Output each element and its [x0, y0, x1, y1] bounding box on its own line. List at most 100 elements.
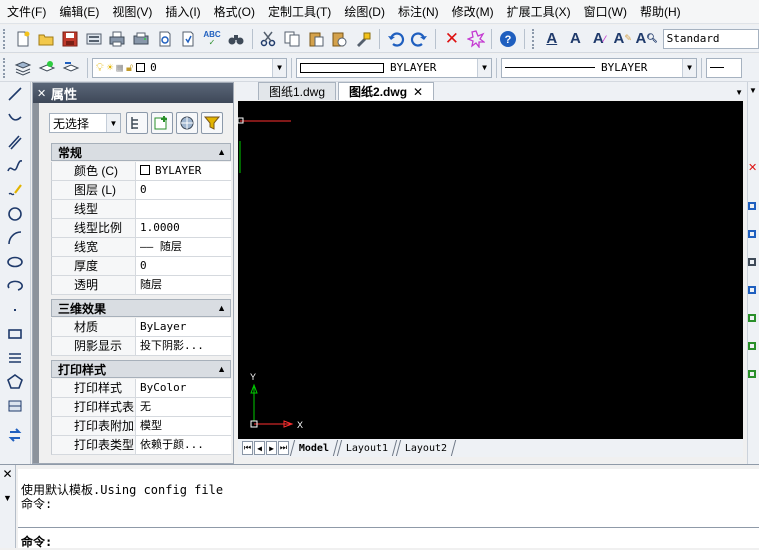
text-a-icon[interactable]: A: [565, 28, 587, 50]
help-icon[interactable]: ?: [497, 28, 519, 50]
cut-icon[interactable]: [258, 28, 280, 50]
tab-model[interactable]: Model: [289, 440, 339, 456]
save-icon[interactable]: [59, 28, 81, 50]
property-value[interactable]: 依赖于颜...: [136, 436, 231, 454]
menu-window[interactable]: 窗口(W): [577, 0, 633, 24]
property-row[interactable]: 打印表类型 依赖于颜...: [51, 436, 231, 455]
close-icon[interactable]: ✕: [37, 87, 47, 100]
tab-drawing-1[interactable]: 图纸1.dwg: [258, 82, 337, 100]
menu-modify[interactable]: 修改(M): [445, 0, 500, 24]
property-row[interactable]: 打印样式 ByColor: [51, 379, 231, 398]
linetype-combo[interactable]: BYLAYER ▼: [296, 57, 492, 78]
menu-dimension[interactable]: 标注(N): [391, 0, 445, 24]
property-row[interactable]: 线型: [51, 200, 231, 219]
tab-drawing-2[interactable]: 图纸2.dwg ✕: [338, 82, 435, 100]
property-row[interactable]: 图层 (L) 0: [51, 181, 231, 200]
property-row[interactable]: 透明 随层: [51, 276, 231, 295]
property-value[interactable]: 模型: [136, 417, 231, 435]
polyline-icon[interactable]: [3, 107, 27, 129]
plot-style-combo[interactable]: [706, 57, 742, 78]
property-row[interactable]: 打印样式表无: [51, 398, 231, 417]
polygon-icon[interactable]: [3, 371, 27, 393]
properties-title-bar[interactable]: ✕ 属性: [33, 83, 233, 103]
selection-dropdown[interactable]: 无选择 ▼: [49, 113, 121, 133]
print-preview-icon[interactable]: [83, 28, 105, 50]
menu-custom-tools[interactable]: 定制工具(T): [261, 0, 337, 24]
property-row[interactable]: 阴影显示 投下阴影...: [51, 337, 231, 356]
print-icon[interactable]: [107, 28, 129, 50]
first-layout-icon[interactable]: ⏮: [242, 441, 253, 455]
menu-file[interactable]: 文件(F): [0, 0, 52, 24]
property-value[interactable]: ByLayer: [136, 318, 231, 336]
offset-icon[interactable]: [748, 258, 756, 266]
menu-format[interactable]: 格式(O): [207, 0, 261, 24]
layer-manager-icon[interactable]: [12, 57, 34, 79]
tab-layout2[interactable]: Layout2: [396, 440, 457, 456]
arc-icon[interactable]: [3, 227, 27, 249]
open-folder-icon[interactable]: [36, 28, 58, 50]
ellipse-arc-icon[interactable]: [3, 275, 27, 297]
revision-cloud-icon[interactable]: [3, 424, 27, 446]
array-icon[interactable]: [748, 286, 756, 294]
paste-special-icon[interactable]: [328, 28, 350, 50]
line-icon[interactable]: [3, 83, 27, 105]
publish-icon[interactable]: [178, 28, 200, 50]
chevron-down-icon[interactable]: ▼: [682, 58, 696, 77]
copy-icon[interactable]: [281, 28, 303, 50]
select-objects-icon[interactable]: [151, 112, 173, 134]
tab-layout1[interactable]: Layout1: [336, 440, 398, 456]
property-section-header[interactable]: 打印样式 ▲: [51, 360, 231, 378]
redo-icon[interactable]: [408, 28, 430, 50]
collapse-icon[interactable]: ▲: [217, 147, 226, 157]
move-icon[interactable]: [748, 314, 756, 322]
text-edit-icon[interactable]: A ⁄: [588, 28, 610, 50]
scale-icon[interactable]: [748, 370, 756, 378]
property-value[interactable]: —— 随层: [136, 238, 231, 256]
collapse-icon[interactable]: ▲: [217, 303, 226, 313]
rotate-icon[interactable]: [748, 342, 756, 350]
match-properties-icon[interactable]: [352, 28, 374, 50]
property-row[interactable]: 线宽 —— 随层: [51, 238, 231, 257]
property-value[interactable]: BYLAYER: [136, 162, 231, 180]
sketch-icon[interactable]: [3, 179, 27, 201]
chevron-down-icon[interactable]: ▼: [749, 86, 759, 95]
property-value[interactable]: 0: [136, 257, 231, 275]
property-value[interactable]: ByColor: [136, 379, 231, 397]
last-layout-icon[interactable]: ⏭: [278, 441, 289, 455]
menu-view[interactable]: 视图(V): [105, 0, 158, 24]
property-value[interactable]: 1.0000: [136, 219, 231, 237]
rectangle-icon[interactable]: [3, 323, 27, 345]
circle-icon[interactable]: [3, 203, 27, 225]
text-style-a-icon[interactable]: A: [541, 28, 563, 50]
close-icon[interactable]: ✕: [413, 85, 423, 99]
page-preview-icon[interactable]: [154, 28, 176, 50]
toggle-pickadd-icon[interactable]: [126, 112, 148, 134]
explode-icon[interactable]: [465, 28, 487, 50]
collapse-icon[interactable]: ▲: [217, 364, 226, 374]
spline-icon[interactable]: [3, 155, 27, 177]
layer-previous-icon[interactable]: [60, 57, 82, 79]
paste-icon[interactable]: [305, 28, 327, 50]
property-row[interactable]: 厚度 0: [51, 257, 231, 276]
point-icon[interactable]: [3, 299, 27, 321]
prev-layout-icon[interactable]: ◀: [254, 441, 265, 455]
property-value[interactable]: 投下阴影...: [136, 337, 231, 355]
property-value[interactable]: 0: [136, 181, 231, 199]
chevron-down-icon[interactable]: ▼: [477, 58, 491, 77]
text-find-icon[interactable]: A 🔍︎: [635, 28, 657, 50]
property-row[interactable]: 材质 ByLayer: [51, 318, 231, 337]
erase-icon[interactable]: ✕: [441, 28, 463, 50]
lineweight-combo[interactable]: BYLAYER ▼: [501, 57, 697, 78]
layer-state-icon[interactable]: [36, 57, 58, 79]
mirror-icon[interactable]: [748, 230, 756, 238]
menu-draw[interactable]: 绘图(D): [337, 0, 391, 24]
toolbar-grip[interactable]: [532, 28, 537, 49]
chevron-down-icon[interactable]: ▼: [106, 114, 120, 132]
plot-icon[interactable]: [130, 28, 152, 50]
ellipse-icon[interactable]: [3, 251, 27, 273]
region-icon[interactable]: [3, 395, 27, 417]
property-section-header[interactable]: 三维效果 ▲: [51, 299, 231, 317]
menu-help[interactable]: 帮助(H): [633, 0, 687, 24]
property-section-header[interactable]: 常规 ▲: [51, 143, 231, 161]
property-row[interactable]: 打印表附加到模型: [51, 417, 231, 436]
